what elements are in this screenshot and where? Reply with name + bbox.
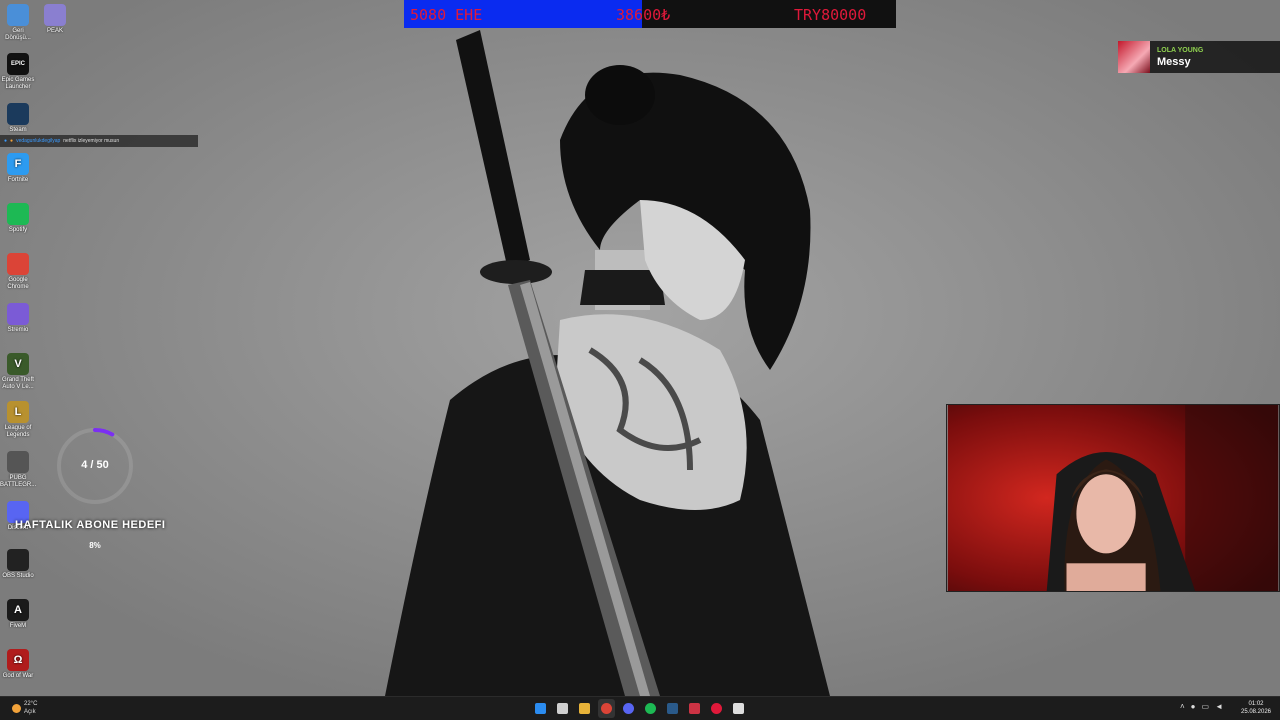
ticker-item-3: TRY80000 — [794, 6, 867, 24]
spotify-icon — [7, 203, 29, 225]
desktop-icon[interactable]: PUBG BATTLEGR... — [0, 451, 36, 489]
desktop-icon-label: Epic Games Launcher — [1, 77, 35, 90]
desktop-icon-label: OBS Studio — [2, 573, 34, 579]
chrome-icon[interactable] — [598, 699, 615, 718]
ticker-item-2: 38600₺ — [616, 6, 671, 24]
donation-ticker: 5080 EHE 38600₺ TRY80000 — [404, 0, 896, 28]
sub-goal-title: HAFTALIK ABONE HEDEFI — [15, 519, 166, 531]
god-of-war-icon: Ω — [7, 649, 29, 671]
fivem-icon: A — [7, 599, 29, 621]
fortnite-icon: F — [7, 153, 29, 175]
obs-icon — [7, 549, 29, 571]
album-cover — [1118, 41, 1150, 73]
desktop-icon-label: Google Chrome — [7, 277, 29, 290]
gta-v-icon: V — [7, 353, 29, 375]
desktop-icon[interactable]: EPIC Epic Games Launcher — [0, 53, 36, 91]
epic-games-icon: EPIC — [7, 53, 29, 75]
weather-widget[interactable]: 22°C Açık — [12, 700, 37, 716]
desktop-icon[interactable]: Stremio — [0, 303, 36, 334]
desktop-icon[interactable]: A FiveM — [0, 599, 36, 630]
steam-icon — [7, 103, 29, 125]
chat-badge-icon: ● — [4, 138, 8, 144]
desktop-icon[interactable]: Ω God of War — [0, 649, 36, 680]
now-playing-widget: LOLA YOUNG Messy — [1118, 41, 1280, 73]
pubg-icon — [7, 451, 29, 473]
webcam-overlay — [946, 404, 1280, 592]
network-icon[interactable]: ▭ — [1202, 702, 1210, 711]
desktop-icon[interactable]: OBS Studio — [0, 549, 36, 580]
system-tray: ˄ ● ▭ ◄ — [1180, 702, 1223, 711]
taskbar-apps — [532, 699, 747, 718]
desktop-icon[interactable]: PEAK — [37, 4, 73, 35]
clock-date: 25.08.2026 — [1240, 709, 1272, 715]
weather-temp: 22°C — [24, 701, 38, 707]
chevron-up-icon[interactable]: ˄ — [1180, 702, 1185, 711]
file-explorer-icon[interactable] — [576, 699, 593, 718]
opera-icon[interactable] — [708, 699, 725, 718]
desktop-icon[interactable]: Steam — [0, 103, 36, 134]
chat-badge-icon: ● — [10, 138, 14, 144]
windows-start-icon[interactable] — [532, 699, 549, 718]
desktop-icon[interactable]: Geri Dönüşü... — [0, 4, 36, 42]
app-icon[interactable] — [730, 699, 747, 718]
chrome-icon — [7, 253, 29, 275]
desktop-icon[interactable]: Spotify — [0, 203, 36, 234]
sub-goal-percent: 8% — [89, 541, 101, 550]
spotify-icon[interactable] — [642, 699, 659, 718]
ticker-item-1: 5080 EHE — [410, 6, 483, 24]
volume-icon[interactable]: ◄ — [1215, 702, 1223, 711]
now-playing-title: Messy — [1157, 55, 1191, 68]
desktop-icon-label: Steam — [9, 127, 27, 133]
desktop-icon-label: Spotify — [8, 227, 28, 233]
desktop-icon-label: FiveM — [9, 623, 27, 629]
peak-game-icon — [44, 4, 66, 26]
clock[interactable]: 01:02 25.08.2026 — [1236, 700, 1276, 716]
now-playing-artist: LOLA YOUNG — [1157, 46, 1204, 54]
desktop-icon-label: League of Legends — [4, 425, 32, 438]
clock-time: 01:02 — [1248, 701, 1264, 707]
desktop-icon-label: PEAK — [46, 28, 63, 34]
desktop-icon[interactable]: F Fortnite — [0, 153, 36, 184]
microphone-icon[interactable]: ● — [1191, 702, 1196, 711]
desktop-icon-label: God of War — [2, 673, 34, 679]
league-of-legends-icon: L — [7, 401, 29, 423]
steam-icon[interactable] — [664, 699, 681, 718]
desktop-icon-label: Grand Theft Auto V Le... — [2, 377, 34, 390]
taskbar: 22°C Açık ˄ ● ▭ ◄ 01:02 25.08.2026 — [0, 696, 1280, 720]
weather-desc: Açık — [24, 709, 36, 715]
desktop-icon-label: PUBG BATTLEGR... — [0, 475, 37, 488]
desktop-icon-label: Geri Dönüşü... — [5, 28, 31, 41]
desktop-icon[interactable]: V Grand Theft Auto V Le... — [0, 353, 36, 391]
chat-message: ● ● vedagunlukdegilyap netflix izleyemiy… — [0, 135, 198, 147]
discord-icon[interactable] — [620, 699, 637, 718]
weather-icon — [12, 703, 21, 713]
stremio-icon — [7, 303, 29, 325]
search-icon[interactable] — [554, 699, 571, 718]
desktop-icon[interactable]: L League of Legends — [0, 401, 36, 439]
game-icon[interactable] — [686, 699, 703, 718]
desktop-icon[interactable]: Google Chrome — [0, 253, 36, 291]
desktop-icon-label: Fortnite — [7, 177, 29, 183]
sub-goal-count: 4 / 50 — [81, 459, 109, 471]
chat-username: vedagunlukdegilyap — [16, 138, 61, 144]
desktop-icon-label: Stremio — [7, 327, 29, 333]
recycle-bin-icon — [7, 4, 29, 26]
chat-text: netflix izleyemiyor musun — [63, 138, 120, 144]
